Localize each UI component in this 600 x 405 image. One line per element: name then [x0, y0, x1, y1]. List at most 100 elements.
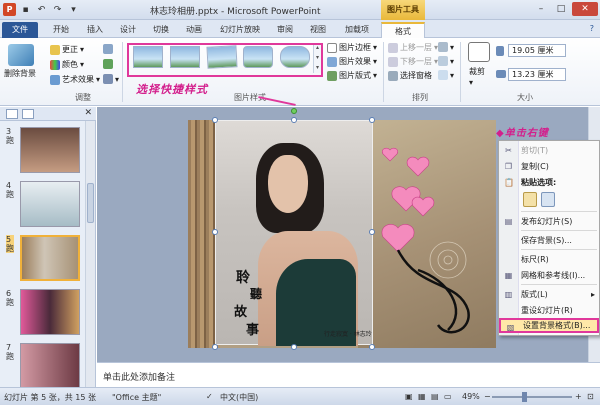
slide-thumbnail-row[interactable]: 3跑	[0, 127, 86, 179]
picture-border-button[interactable]: 图片边框 ▾	[327, 42, 377, 53]
zoom-slider-knob[interactable]	[522, 392, 527, 402]
grid-icon: ▦	[504, 271, 513, 280]
height-input[interactable]: 19.05 厘米	[508, 44, 566, 57]
tab-design[interactable]: 设计	[113, 22, 143, 38]
slide-thumbnail[interactable]	[20, 289, 80, 335]
quick-access-toolbar: P ▪ ↶ ↷ ▾	[3, 3, 80, 16]
tab-format[interactable]: 格式	[381, 22, 425, 38]
tab-slideshow[interactable]: 幻灯片放映	[213, 22, 267, 38]
menu-item-save-background[interactable]: 保存背景(S)...	[499, 233, 599, 248]
normal-view-icon[interactable]: ▣	[405, 392, 413, 401]
picture-tools-context-label: 图片工具	[381, 0, 425, 20]
bring-forward-button[interactable]: 上移一层 ▾	[388, 42, 438, 53]
crop-button[interactable]: 裁剪	[469, 66, 485, 77]
tab-slides-icon[interactable]	[6, 109, 18, 119]
menu-item-copy[interactable]: ❐ 复制(C)	[499, 159, 599, 174]
slide-canvas[interactable]: 聆 聽 故 事 行走寂寞 · 林志玲	[188, 120, 496, 348]
minimize-button[interactable]: –	[532, 2, 550, 16]
menu-item-cut[interactable]: ✂ 剪切(T)	[499, 143, 599, 158]
signature-text: 行走寂寞 · 林志玲	[324, 331, 372, 338]
powerpoint-icon[interactable]: P	[3, 3, 16, 16]
tab-insert[interactable]: 插入	[80, 22, 110, 38]
picture-layout-button[interactable]: 图片版式 ▾	[327, 70, 377, 81]
menu-item-layout[interactable]: ▥ 版式(L) ▸	[499, 287, 599, 302]
slide-thumbnail-row[interactable]: 4跑	[0, 181, 86, 233]
close-panel-icon[interactable]: ✕	[84, 108, 92, 118]
slides-scrollbar[interactable]	[85, 121, 95, 387]
resize-handle[interactable]	[369, 117, 375, 123]
menu-item-grid-guides[interactable]: ▦ 网格和参考线(I)...	[499, 268, 599, 283]
menu-item-publish-slides[interactable]: ▤ 发布幻灯片(S)	[499, 214, 599, 229]
resize-handle[interactable]	[291, 344, 297, 350]
zoom-in-icon[interactable]: +	[575, 392, 582, 401]
window-controls: – □ ✕	[532, 2, 598, 16]
change-picture-icon[interactable]	[103, 59, 113, 69]
selection-pane-button[interactable]: 选择窗格	[388, 70, 432, 81]
tab-home[interactable]: 开始	[46, 22, 76, 38]
quick-style-highlight	[127, 43, 323, 77]
ribbon-tabs: 文件 开始 插入 设计 切换 动画 幻灯片放映 审阅 视图 加载项 格式 ?	[0, 20, 600, 38]
resize-handle[interactable]	[212, 117, 218, 123]
slide-thumbnail[interactable]	[20, 127, 80, 173]
send-backward-button[interactable]: 下移一层 ▾	[388, 56, 438, 67]
zoom-out-icon[interactable]: −	[484, 392, 491, 401]
fit-to-window-icon[interactable]: ⊡	[587, 392, 594, 401]
color-button[interactable]: 颜色 ▾	[50, 59, 84, 70]
tab-animations[interactable]: 动画	[179, 22, 209, 38]
align-icon[interactable]: ▾	[438, 42, 454, 52]
paste-keep-format-icon[interactable]	[523, 192, 537, 207]
picture-effects-button[interactable]: 图片效果 ▾	[327, 56, 377, 67]
portrait-photo[interactable]: 聆 聽 故 事 行走寂寞 · 林志玲	[215, 120, 373, 346]
zoom-slider[interactable]	[492, 396, 572, 398]
resize-handle[interactable]	[369, 344, 375, 350]
slide-sorter-icon[interactable]: ▦	[418, 392, 426, 401]
tab-addins[interactable]: 加载项	[337, 22, 377, 38]
group-icon[interactable]: ▾	[438, 56, 454, 66]
slide-thumbnail[interactable]	[20, 343, 80, 389]
help-icon[interactable]: ?	[590, 24, 594, 33]
picture-border-icon	[327, 42, 337, 53]
menu-item-reset-slide[interactable]: 重设幻灯片(R)	[499, 303, 599, 318]
corrections-button[interactable]: 更正 ▾	[50, 44, 84, 55]
slideshow-icon[interactable]: ▭	[444, 392, 452, 401]
undo-icon[interactable]: ↶	[35, 3, 48, 16]
context-menu: ✂ 剪切(T) ❐ 复制(C) 📋 粘贴选项: ▤ 发布幻灯片(S) 保存背景(S)..…	[498, 140, 600, 336]
slide-thumbnail[interactable]	[20, 181, 80, 227]
scrollbar-thumb[interactable]	[87, 183, 94, 223]
resize-handle[interactable]	[291, 117, 297, 123]
width-input[interactable]: 13.23 厘米	[508, 68, 566, 81]
tab-view[interactable]: 视图	[303, 22, 333, 38]
rotate-icon[interactable]: ▾	[438, 70, 454, 80]
menu-item-format-background[interactable]: ▧ 设置背景格式(B)...	[499, 318, 599, 333]
paste-icon: 📋	[504, 178, 514, 187]
tab-file[interactable]: 文件	[2, 22, 38, 38]
zoom-level[interactable]: 49%	[462, 392, 480, 401]
compress-pictures-icon[interactable]	[103, 44, 113, 54]
calligraphy-text: 事	[246, 323, 260, 338]
reset-picture-icon[interactable]: ▾	[103, 74, 119, 84]
save-icon[interactable]: ▪	[19, 3, 32, 16]
layout-icon: ▥	[504, 290, 513, 299]
rotation-handle[interactable]	[291, 108, 297, 114]
maximize-button[interactable]: □	[552, 2, 570, 16]
resize-handle[interactable]	[369, 229, 375, 235]
resize-handle[interactable]	[212, 229, 218, 235]
spell-check-icon[interactable]: ✓	[206, 392, 213, 401]
resize-handle[interactable]	[212, 344, 218, 350]
tab-review[interactable]: 审阅	[270, 22, 300, 38]
notes-pane[interactable]: 单击此处添加备注	[97, 362, 600, 387]
slide-thumbnail-selected[interactable]	[20, 235, 80, 281]
redo-icon[interactable]: ↷	[51, 3, 64, 16]
tab-transitions[interactable]: 切换	[146, 22, 176, 38]
slide-thumbnail-row[interactable]: 5跑	[0, 235, 86, 287]
tab-outline-icon[interactable]	[22, 109, 34, 119]
calligraphy-text: 聽	[250, 287, 263, 301]
remove-background-button[interactable]: 删除背景	[4, 68, 36, 79]
paste-picture-icon[interactable]	[541, 192, 555, 207]
slide-thumbnail-row[interactable]: 6跑	[0, 289, 86, 341]
reading-view-icon[interactable]: ▤	[431, 392, 439, 401]
artistic-effects-button[interactable]: 艺术效果 ▾	[50, 74, 100, 85]
customize-qat-icon[interactable]: ▾	[67, 3, 80, 16]
close-button[interactable]: ✕	[572, 2, 598, 16]
menu-item-ruler[interactable]: 标尺(R)	[499, 252, 599, 267]
